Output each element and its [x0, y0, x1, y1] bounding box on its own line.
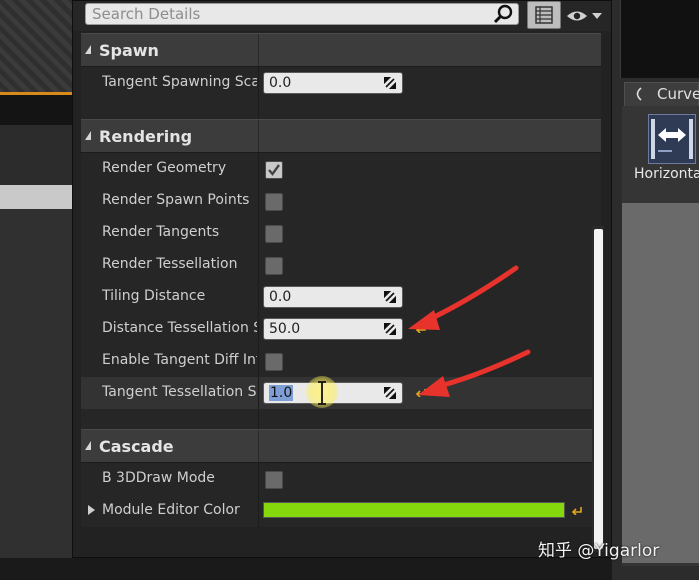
- drag-arrows-icon: [384, 387, 396, 399]
- drag-arrows-icon: [384, 77, 396, 89]
- column-divider: [258, 495, 259, 527]
- column-divider: [258, 185, 259, 217]
- right-preview-area: [620, 0, 699, 78]
- section-spacer: [81, 99, 601, 119]
- scrollbar-thumb[interactable]: [594, 229, 603, 549]
- property-label: Enable Tangent Diff Inte: [102, 352, 257, 368]
- collapse-arrow-icon: [85, 131, 91, 140]
- drag-arrows-icon: [384, 323, 396, 335]
- column-divider: [258, 217, 259, 249]
- tangent-spawning-scale-input[interactable]: 0.0: [263, 72, 403, 94]
- property-label: Tangent Tessellation S: [102, 384, 257, 400]
- property-row: Tangent Tessellation S 1.0: [81, 377, 601, 409]
- distance-tessellation-input[interactable]: 50.0: [263, 318, 403, 340]
- watermark: 知乎 @Yigarlor: [538, 541, 660, 561]
- property-row: Render Tangents: [81, 217, 601, 249]
- property-row: Tangent Spawning Scal 0.0: [81, 67, 601, 99]
- property-row: Render Spawn Points: [81, 185, 601, 217]
- eye-icon: [567, 11, 602, 21]
- property-value: 0.0: [269, 289, 292, 305]
- property-label: Module Editor Color: [102, 502, 240, 518]
- category-label: Cascade: [99, 437, 174, 456]
- curve-graph-area: [622, 203, 699, 563]
- property-value: 50.0: [269, 321, 301, 337]
- viewport-toolbar: [0, 95, 72, 125]
- view-options-button[interactable]: [527, 1, 561, 29]
- viewport-preview: [0, 0, 72, 95]
- column-divider: [258, 463, 259, 495]
- search-field-container: [85, 3, 519, 25]
- enable-tangent-diff-checkbox[interactable]: [265, 353, 283, 371]
- property-label: Tiling Distance: [102, 288, 206, 304]
- horizontal-tool-button[interactable]: [648, 114, 696, 164]
- column-divider: [258, 345, 259, 377]
- section-spacer: [81, 409, 601, 429]
- category-cascade[interactable]: Cascade: [81, 429, 601, 463]
- property-row: Render Tessellation: [81, 249, 601, 281]
- column-divider: [258, 313, 259, 345]
- text-cursor-icon: [318, 381, 326, 405]
- render-geometry-checkbox[interactable]: [265, 161, 283, 179]
- checkmark-icon: [268, 164, 280, 176]
- tab-curve-label: Curve: [657, 85, 699, 103]
- reset-to-default-icon[interactable]: [415, 387, 427, 397]
- category-label: Spawn: [99, 41, 159, 60]
- render-tangents-checkbox[interactable]: [265, 225, 283, 243]
- left-panel-highlight-row: [0, 185, 72, 209]
- render-tessellation-checkbox[interactable]: [265, 257, 283, 275]
- category-rendering[interactable]: Rendering: [81, 119, 601, 153]
- expand-arrow-icon[interactable]: [88, 505, 95, 515]
- column-divider: [258, 67, 259, 99]
- property-label: Render Geometry: [102, 160, 227, 176]
- property-row: B 3DDraw Mode: [81, 463, 601, 495]
- property-label: Render Tessellation: [102, 256, 238, 272]
- properties-list: Spawn Tangent Spawning Scal 0.0 Renderin…: [81, 33, 601, 527]
- property-row: Module Editor Color: [81, 495, 601, 527]
- visibility-filter-button[interactable]: [565, 5, 609, 27]
- property-row: Render Geometry: [81, 153, 601, 185]
- selected-text: 1.0: [269, 385, 294, 401]
- b3d-draw-mode-checkbox[interactable]: [265, 471, 283, 489]
- property-label: B 3DDraw Mode: [102, 470, 215, 486]
- property-label: Render Spawn Points: [102, 192, 250, 208]
- tab-curve[interactable]: Curve: [624, 82, 699, 106]
- details-panel: Spawn Tangent Spawning Scal 0.0 Renderin…: [72, 0, 612, 558]
- collapse-arrow-icon: [85, 45, 91, 54]
- property-row: Tiling Distance 0.0: [81, 281, 601, 313]
- column-divider: [258, 34, 259, 66]
- horizontal-arrows-icon: [651, 119, 693, 159]
- property-value: 1.0: [269, 385, 294, 401]
- search-bar: [73, 1, 611, 31]
- collapse-arrow-icon: [85, 441, 91, 450]
- render-spawn-points-checkbox[interactable]: [265, 193, 283, 211]
- property-label: Distance Tessellation S: [102, 320, 257, 336]
- search-details-input[interactable]: [86, 4, 482, 24]
- module-editor-color-swatch[interactable]: [263, 502, 565, 518]
- category-label: Rendering: [99, 127, 193, 146]
- left-panel-lower: [0, 209, 72, 580]
- search-icon[interactable]: [493, 4, 515, 24]
- property-label: Tangent Spawning Scal: [102, 74, 257, 90]
- left-panel: [0, 125, 72, 185]
- property-value: 0.0: [269, 75, 292, 91]
- bottom-strip: [0, 558, 699, 580]
- column-divider: [258, 377, 259, 409]
- reset-to-default-icon[interactable]: [415, 323, 427, 333]
- tiling-distance-input[interactable]: 0.0: [263, 286, 403, 308]
- column-divider: [258, 120, 259, 152]
- curve-tab-icon: [636, 87, 642, 101]
- drag-arrows-icon: [384, 291, 396, 303]
- reset-to-default-icon[interactable]: [571, 505, 583, 515]
- column-divider: [258, 430, 259, 462]
- column-divider: [258, 153, 259, 185]
- property-row: Distance Tessellation S 50.0: [81, 313, 601, 345]
- column-divider: [258, 249, 259, 281]
- grid-list-icon: [535, 6, 553, 24]
- category-spawn[interactable]: Spawn: [81, 33, 601, 67]
- property-row: Enable Tangent Diff Inte: [81, 345, 601, 377]
- horizontal-tool-label: Horizonta: [634, 166, 699, 182]
- column-divider: [258, 281, 259, 313]
- property-label: Render Tangents: [102, 224, 220, 240]
